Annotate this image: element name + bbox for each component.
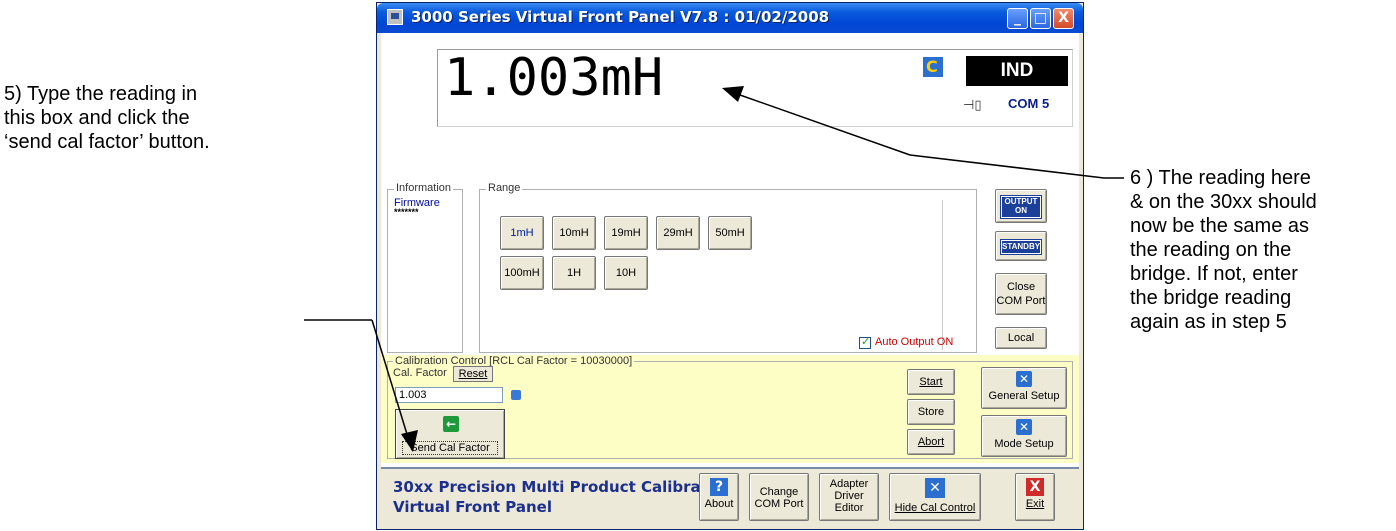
arrow-line — [371, 319, 411, 445]
arrowhead — [401, 430, 418, 452]
arrowhead — [722, 86, 744, 102]
arrow-step-6 — [722, 86, 1124, 179]
arrow-line — [739, 94, 911, 156]
annotation-arrows — [304, 86, 1124, 452]
arrow-step-5 — [304, 319, 418, 452]
arrow-line — [909, 154, 1105, 179]
